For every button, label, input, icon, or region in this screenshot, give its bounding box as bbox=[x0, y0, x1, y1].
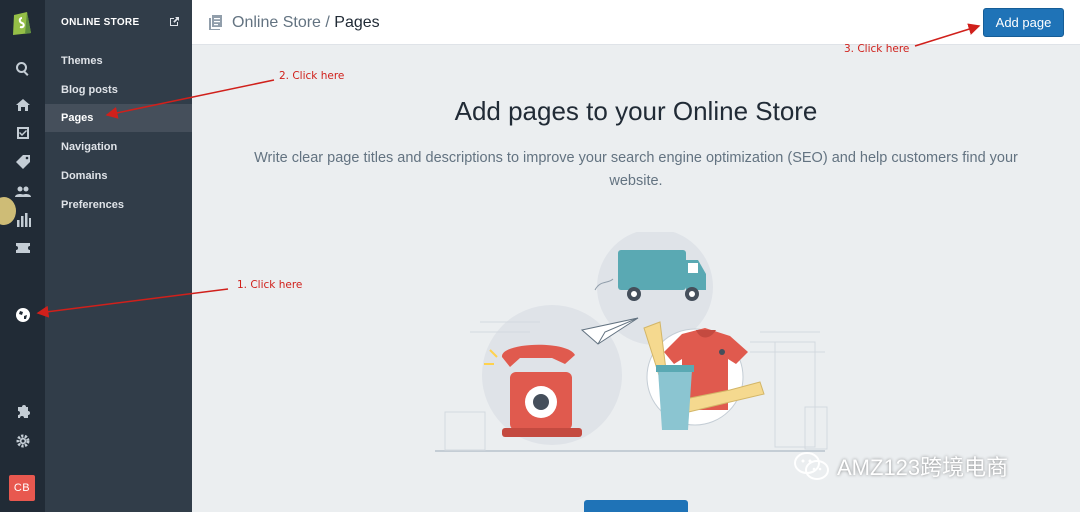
sidebar-item-pages[interactable]: Pages bbox=[45, 104, 192, 132]
sidebar-header: ONLINE STORE bbox=[61, 17, 140, 28]
customers-icon[interactable] bbox=[13, 181, 32, 200]
external-link-icon[interactable] bbox=[169, 16, 180, 27]
online-store-sidebar: ONLINE STORE Themes Blog posts Pages Nav… bbox=[45, 0, 192, 512]
empty-state-description: Write clear page titles and descriptions… bbox=[254, 150, 1018, 189]
breadcrumb-separator: / bbox=[325, 14, 330, 31]
discounts-icon[interactable] bbox=[13, 238, 32, 257]
bottom-add-page-button[interactable] bbox=[584, 500, 688, 512]
sidebar-item-preferences[interactable]: Preferences bbox=[45, 191, 192, 219]
sidebar-item-themes[interactable]: Themes bbox=[45, 47, 192, 75]
settings-icon[interactable] bbox=[13, 431, 32, 450]
sidebar-item-navigation[interactable]: Navigation bbox=[45, 133, 192, 161]
page-title: Pages bbox=[334, 14, 380, 31]
watermark: AMZ123跨境电商 bbox=[793, 450, 1008, 482]
home-icon[interactable] bbox=[13, 95, 32, 114]
icon-rail: CB bbox=[0, 0, 45, 512]
orders-icon[interactable] bbox=[13, 123, 32, 142]
analytics-icon[interactable] bbox=[13, 210, 32, 229]
avatar[interactable]: CB bbox=[9, 475, 35, 501]
breadcrumb: Online Store / Pages bbox=[232, 14, 380, 32]
sidebar-item-domains[interactable]: Domains bbox=[45, 162, 192, 190]
add-page-button[interactable]: Add page bbox=[983, 8, 1064, 37]
wechat-icon bbox=[794, 452, 829, 480]
search-icon[interactable] bbox=[13, 59, 32, 78]
annotation-step1: 1. Click here bbox=[237, 279, 303, 291]
apps-icon[interactable] bbox=[13, 402, 32, 421]
breadcrumb-online-store[interactable]: Online Store bbox=[232, 14, 321, 31]
pages-icon bbox=[209, 15, 222, 30]
products-icon[interactable] bbox=[13, 152, 32, 171]
sidebar-item-blog-posts[interactable]: Blog posts bbox=[45, 76, 192, 104]
top-bar: Online Store / Pages Add page bbox=[192, 0, 1080, 45]
online-store-icon[interactable] bbox=[13, 305, 32, 324]
empty-state-title: Add pages to your Online Store bbox=[454, 96, 818, 126]
watermark-text: AMZ123跨境电商 bbox=[837, 455, 1009, 480]
shopify-logo-icon[interactable] bbox=[10, 9, 34, 36]
annotation-step2: 2. Click here bbox=[279, 70, 345, 82]
annotation-step3: 3. Click here bbox=[844, 43, 910, 55]
empty-state-illustration bbox=[435, 232, 828, 452]
